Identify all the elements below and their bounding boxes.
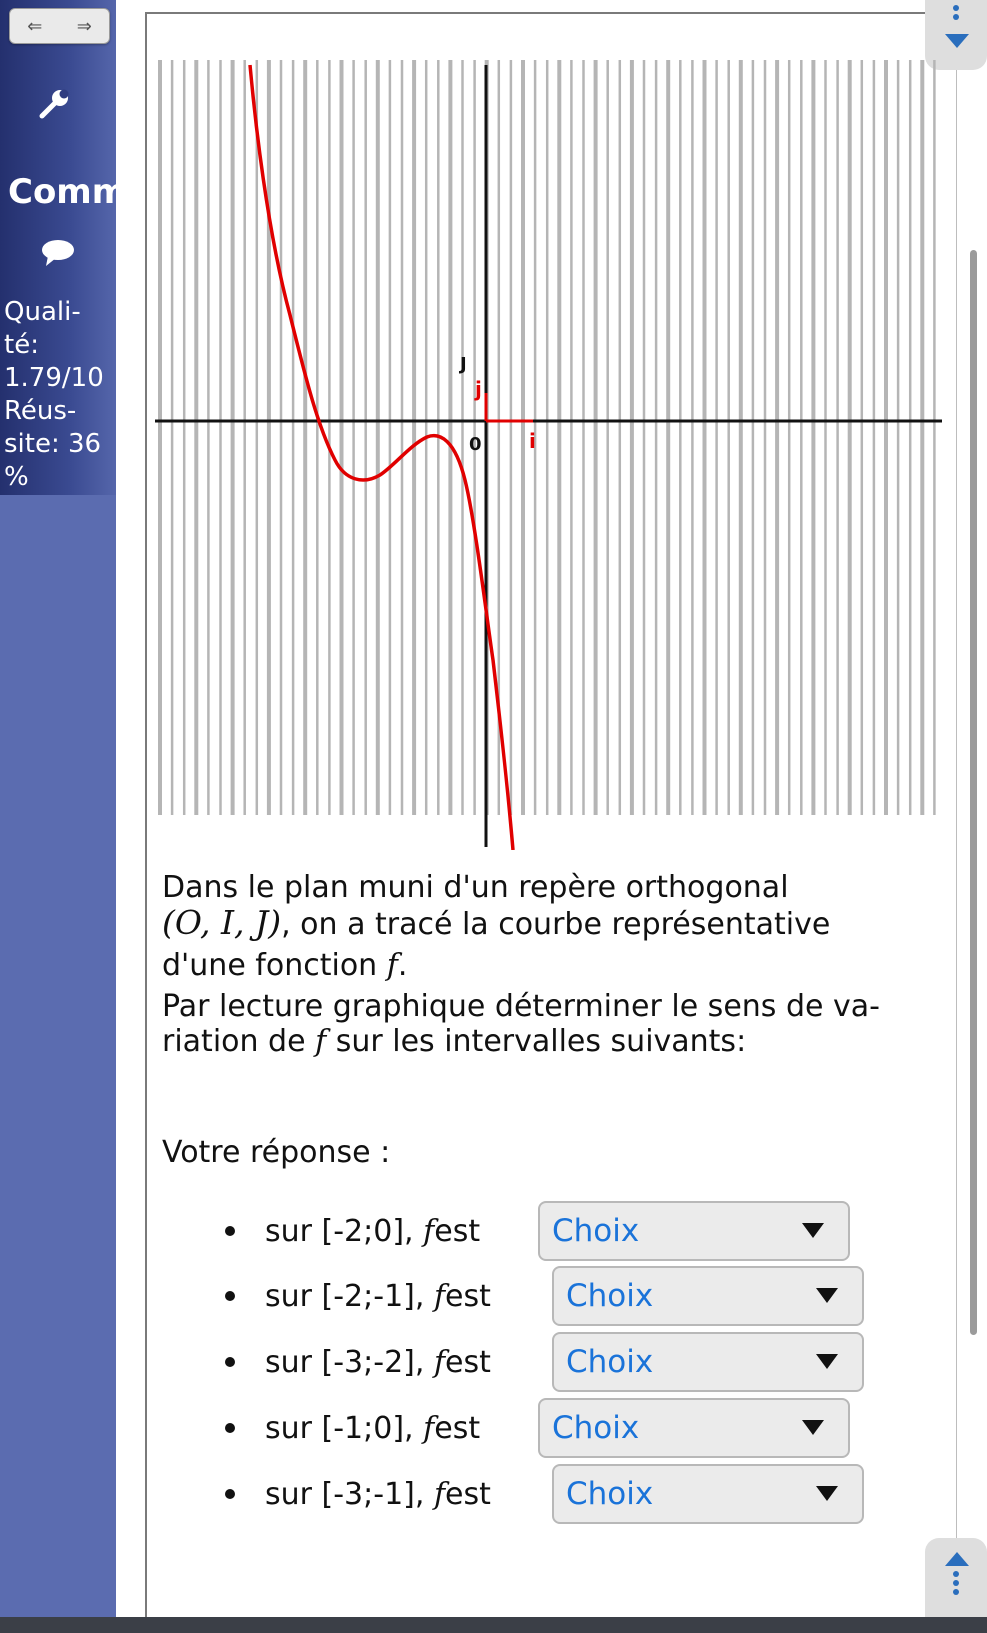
scrollbar[interactable] [970, 250, 977, 1335]
label-J: J [458, 354, 467, 375]
answer-prefix: sur [-2;-1], [265, 1278, 425, 1314]
bottom-bar [0, 1617, 987, 1633]
answer-prefix: sur [-3;-2], [265, 1344, 425, 1380]
select-value[interactable]: Choix [552, 1213, 639, 1249]
answer-suffix: est [434, 1410, 481, 1446]
stats-line: 1.79/10 [4, 363, 104, 393]
answer-select-2[interactable]: Choix [552, 1266, 864, 1326]
question-text: Dans le plan muni d'un repère orthogonal… [162, 870, 942, 1059]
bullet-icon [225, 1226, 235, 1236]
question-text-part: d'une fonction [162, 948, 387, 983]
wrench-icon[interactable] [38, 88, 72, 128]
select-value[interactable]: Choix [552, 1410, 639, 1446]
chevron-down-icon [945, 34, 969, 48]
arrow-right-icon[interactable]: ⇒ [77, 16, 92, 37]
question-line: Dans le plan muni d'un repère orthogonal [162, 870, 789, 905]
dots-icon [953, 1568, 959, 1598]
question-line: (O, I, J), on a tracé la courbe représen… [162, 905, 942, 942]
math-f: f [423, 1213, 435, 1249]
stats-line: Réus- [4, 396, 77, 426]
label-j-vector: j [474, 377, 482, 401]
math-f: f [315, 1024, 327, 1059]
answer-row: sur [-2;-1], f est [225, 1265, 491, 1327]
math-frame: (O, I, J) [162, 903, 282, 942]
nav-arrows-button[interactable]: ⇐ ⇒ [9, 8, 110, 44]
question-line: riation de f sur les intervalles suivant… [162, 1024, 942, 1059]
dropdown-arrow-icon[interactable] [816, 1354, 838, 1369]
dropdown-arrow-icon[interactable] [802, 1420, 824, 1435]
answer-label: Votre réponse : [162, 1135, 391, 1170]
answer-select-1[interactable]: Choix [538, 1201, 850, 1261]
stats-line: Quali- [4, 297, 81, 327]
stats-line: site: 36 [4, 429, 102, 459]
bullet-icon [225, 1357, 235, 1367]
answer-row: sur [-3;-1], f est [225, 1463, 491, 1525]
label-i-vector: i [529, 429, 536, 453]
bullet-icon [225, 1423, 235, 1433]
math-f: f [433, 1278, 446, 1314]
answer-select-3[interactable]: Choix [552, 1332, 864, 1392]
bullet-icon [225, 1291, 235, 1301]
answer-suffix: est [434, 1213, 481, 1249]
question-text-part: , on a tracé la courbe représentative [281, 907, 831, 942]
question-line: Par lecture graphique déterminer le sens… [162, 989, 880, 1024]
dropdown-arrow-icon[interactable] [802, 1223, 824, 1238]
answer-row: sur [-1;0], f est [225, 1397, 480, 1459]
dots-icon [953, 2, 959, 23]
select-value[interactable]: Choix [566, 1476, 653, 1512]
answer-suffix: est [445, 1344, 491, 1380]
answer-row: sur [-3;-2], f est [225, 1331, 491, 1393]
select-value[interactable]: Choix [566, 1344, 653, 1380]
answer-suffix: est [445, 1278, 491, 1314]
answer-select-4[interactable]: Choix [538, 1398, 850, 1458]
question-line: d'une fonction f. [162, 948, 942, 983]
function-graph: J j 0 i [155, 60, 942, 850]
chevron-up-icon [945, 1552, 969, 1566]
question-text-part: . [397, 948, 408, 983]
answer-row: sur [-2;0], f est [225, 1200, 480, 1262]
math-f: f [423, 1410, 435, 1446]
answer-select-5[interactable]: Choix [552, 1464, 864, 1524]
stats-text: Quali- té: 1.79/10 Réus- site: 36 % [4, 296, 116, 494]
math-f: f [386, 948, 398, 983]
math-f: f [433, 1344, 446, 1380]
sidebar: ⇐ ⇒ Comm Quali- té: 1.79/10 Réus- site: … [0, 0, 116, 1633]
question-text-part: riation de [162, 1024, 316, 1059]
stats-line: té: [4, 330, 39, 360]
comment-icon[interactable] [40, 238, 76, 275]
dropdown-arrow-icon[interactable] [816, 1486, 838, 1501]
answer-prefix: sur [-1;0], [265, 1410, 414, 1446]
label-origin: 0 [469, 434, 482, 455]
question-text-part: sur les intervalles suivants: [326, 1024, 747, 1059]
math-f: f [433, 1476, 446, 1512]
dropdown-arrow-icon[interactable] [816, 1288, 838, 1303]
bullet-icon [225, 1489, 235, 1499]
select-value[interactable]: Choix [566, 1278, 653, 1314]
arrow-left-icon[interactable]: ⇐ [27, 16, 42, 37]
answer-prefix: sur [-2;0], [265, 1213, 414, 1249]
sidebar-section-title: Comm [8, 172, 116, 212]
graph-grid [158, 60, 936, 815]
answer-prefix: sur [-3;-1], [265, 1476, 425, 1512]
stats-line: % [4, 462, 29, 492]
answer-suffix: est [445, 1476, 491, 1512]
